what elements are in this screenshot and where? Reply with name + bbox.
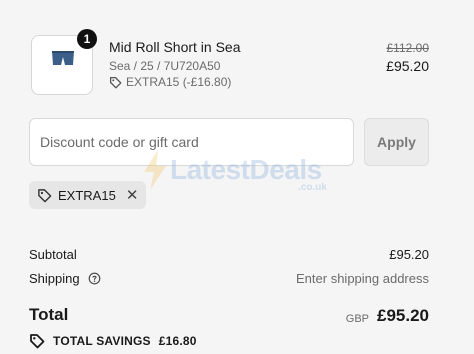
watermark-subtext: .co.uk xyxy=(298,182,327,193)
subtotal-value: £95.20 xyxy=(389,247,429,262)
total-currency: GBP xyxy=(345,313,369,325)
total-label: Total xyxy=(29,305,69,324)
product-discount-label: EXTRA15 (-£16.80) xyxy=(126,75,232,89)
tag-icon xyxy=(38,188,52,202)
close-icon[interactable]: ✕ xyxy=(126,188,139,203)
applied-code-chip: EXTRA15 ✕ xyxy=(29,181,147,209)
savings-value: £16.80 xyxy=(158,334,197,348)
watermark-logo: LatestDeals .co.uk xyxy=(140,150,327,193)
help-icon[interactable] xyxy=(88,272,101,285)
quantity-badge: 1 xyxy=(77,29,97,49)
tag-icon xyxy=(30,334,45,349)
applied-code-label: EXTRA15 xyxy=(58,187,116,203)
tag-icon xyxy=(109,76,122,88)
product-name: Mid Roll Short in Sea xyxy=(109,39,241,55)
original-price: £112.00 xyxy=(386,41,430,55)
shorts-icon xyxy=(52,51,74,65)
savings-label: TOTAL SAVINGS xyxy=(53,334,151,348)
subtotal-label: Subtotal xyxy=(29,247,77,262)
total-value: £95.20 xyxy=(377,306,429,325)
sale-price: £95.20 xyxy=(386,58,429,74)
apply-button[interactable]: Apply xyxy=(364,118,429,166)
shipping-row: Shipping xyxy=(29,271,101,286)
shipping-value: Enter shipping address xyxy=(296,271,429,286)
product-discount: EXTRA15 (-£16.80) xyxy=(109,75,231,89)
total-savings: TOTAL SAVINGS £16.80 xyxy=(29,333,197,349)
product-variant: Sea / 25 / 7U720A50 xyxy=(109,59,221,73)
shipping-label: Shipping xyxy=(29,271,80,286)
